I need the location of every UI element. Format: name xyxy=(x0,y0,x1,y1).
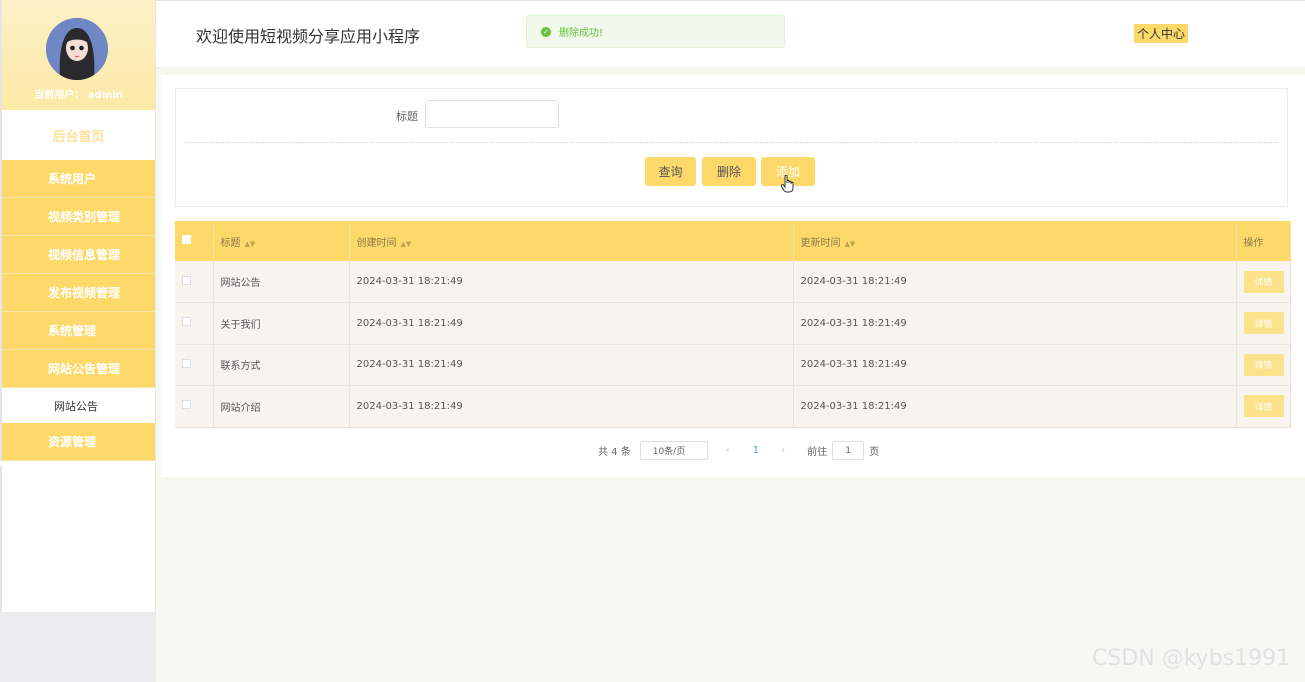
sort-icon[interactable]: ▲▼ xyxy=(245,240,256,248)
sidebar-item-announcement[interactable]: 网站公告管理 xyxy=(0,350,155,388)
cell-created: 2024-03-31 18:21:49 xyxy=(349,385,794,428)
announcement-table: 标题 ▲▼ 创建时间 ▲▼ 更新时间 ▲▼ 操作 网站公告 2024-03-31 18… xyxy=(175,221,1291,428)
sidebar-item-publish-video[interactable]: 发布视频管理 xyxy=(0,274,155,312)
column-header-label: 创建时间 xyxy=(356,237,397,249)
detail-button[interactable]: 详情 xyxy=(1243,312,1284,335)
column-header-label: 操作 xyxy=(1243,237,1264,249)
current-user-label: 当前用户： admin xyxy=(34,90,123,101)
avatar[interactable] xyxy=(46,18,108,80)
cell-title: 关于我们 xyxy=(213,302,350,345)
goto-label: 前往 xyxy=(807,447,828,458)
cell-updated: 2024-03-31 18:21:49 xyxy=(793,385,1237,428)
page-number-current[interactable]: 1 xyxy=(753,445,759,456)
column-header-label: 更新时间 xyxy=(800,237,841,249)
column-header-actions: 操作 xyxy=(1236,221,1291,261)
cell-updated: 2024-03-31 18:21:49 xyxy=(793,302,1237,345)
detail-button[interactable]: 详情 xyxy=(1243,353,1284,376)
success-toast: ✓ 删除成功! xyxy=(526,15,785,48)
select-all-checkbox[interactable] xyxy=(182,235,191,244)
watermark: CSDN @kybs1991 xyxy=(1092,646,1291,671)
cell-created: 2024-03-31 18:21:49 xyxy=(349,261,794,303)
detail-button[interactable]: 详情 xyxy=(1243,270,1284,293)
sidebar-item-video-info[interactable]: 视频信息管理 xyxy=(0,236,155,274)
cell-actions: 详情 xyxy=(1236,385,1291,428)
row-checkbox[interactable] xyxy=(182,275,191,285)
cell-updated: 2024-03-31 18:21:49 xyxy=(793,344,1237,386)
sidebar: 当前用户： admin 后台首页 系统用户 视频类别管理 视频信息管理 发布视频… xyxy=(0,0,156,682)
column-header-title[interactable]: 标题 ▲▼ xyxy=(213,221,350,261)
sidebar-bottom xyxy=(0,612,156,682)
personal-center-link[interactable]: 个人中心 xyxy=(1134,24,1189,43)
detail-button[interactable]: 详情 xyxy=(1243,395,1284,418)
user-block: 当前用户： admin xyxy=(0,0,155,110)
divider xyxy=(186,142,1277,143)
cell-actions: 详情 xyxy=(1236,344,1291,386)
cell-created: 2024-03-31 18:21:49 xyxy=(349,302,794,345)
table-row: 关于我们 2024-03-31 18:21:49 2024-03-31 18:2… xyxy=(175,302,1291,345)
cell-actions: 详情 xyxy=(1236,302,1291,345)
page-size-select[interactable]: 10条/页 xyxy=(639,441,708,460)
cell-title: 网站公告 xyxy=(213,261,350,303)
prev-page-button[interactable]: ‹ xyxy=(726,445,730,456)
table-row: 网站公告 2024-03-31 18:21:49 2024-03-31 18:2… xyxy=(175,261,1291,303)
query-button[interactable]: 查询 xyxy=(645,157,696,186)
top-header: 欢迎使用短视频分享应用小程序 ✓ 删除成功! 个人中心 xyxy=(156,0,1305,68)
sidebar-subitem-announcement[interactable]: 网站公告 xyxy=(0,388,155,423)
sidebar-item-resources[interactable]: 资源管理 xyxy=(0,423,155,461)
cell-created: 2024-03-31 18:21:49 xyxy=(349,344,794,386)
row-select-cell xyxy=(175,385,214,428)
cell-title: 网站介绍 xyxy=(213,385,350,428)
goto-page-input[interactable]: 1 xyxy=(832,441,865,460)
row-checkbox[interactable] xyxy=(182,400,191,410)
success-check-icon: ✓ xyxy=(541,26,551,37)
table-row: 网站介绍 2024-03-31 18:21:49 2024-03-31 18:2… xyxy=(175,385,1291,428)
sort-icon[interactable]: ▲▼ xyxy=(845,240,856,248)
row-select-cell xyxy=(175,261,214,303)
toast-message: 删除成功! xyxy=(559,28,604,39)
cell-title: 联系方式 xyxy=(213,344,350,386)
sidebar-item-home[interactable]: 后台首页 xyxy=(0,110,155,160)
sidebar-item-video-category[interactable]: 视频类别管理 xyxy=(0,198,155,236)
delete-button[interactable]: 删除 xyxy=(702,157,756,186)
next-page-button[interactable]: › xyxy=(781,445,785,456)
sidebar-item-system-manage[interactable]: 系统管理 xyxy=(0,312,155,350)
row-checkbox[interactable] xyxy=(182,317,191,327)
cell-updated: 2024-03-31 18:21:49 xyxy=(793,261,1237,303)
column-header-created[interactable]: 创建时间 ▲▼ xyxy=(349,221,794,261)
cell-actions: 详情 xyxy=(1236,261,1291,303)
title-filter-input[interactable] xyxy=(425,100,559,128)
pagination: 共 4 条 10条/页 ‹ 1 › 前往 1 页 xyxy=(598,441,879,460)
column-header-label: 标题 xyxy=(220,237,241,249)
row-select-cell xyxy=(175,302,214,345)
column-header-updated[interactable]: 更新时间 ▲▼ xyxy=(793,221,1237,261)
title-filter-label: 标题 xyxy=(396,110,418,123)
sidebar-item-system-users[interactable]: 系统用户 xyxy=(0,160,155,198)
row-checkbox[interactable] xyxy=(182,358,191,368)
main-content: 标题 查询 删除 添加 标题 ▲▼ 创建时间 ▲▼ 更新时间 ▲▼ 操作 网站公告 2… xyxy=(161,75,1305,477)
sort-icon[interactable]: ▲▼ xyxy=(401,240,412,248)
page-suffix: 页 xyxy=(869,447,880,458)
table-header-row: 标题 ▲▼ 创建时间 ▲▼ 更新时间 ▲▼ 操作 xyxy=(175,221,1291,261)
select-all-cell xyxy=(175,221,214,261)
hand-cursor-icon xyxy=(781,175,794,193)
row-select-cell xyxy=(175,344,214,386)
app-title: 欢迎使用短视频分享应用小程序 xyxy=(196,27,421,46)
table-row: 联系方式 2024-03-31 18:21:49 2024-03-31 18:2… xyxy=(175,344,1291,386)
pagination-total: 共 4 条 xyxy=(598,447,631,458)
sidebar-empty-area xyxy=(0,466,156,612)
search-panel: 标题 查询 删除 添加 xyxy=(175,88,1288,207)
